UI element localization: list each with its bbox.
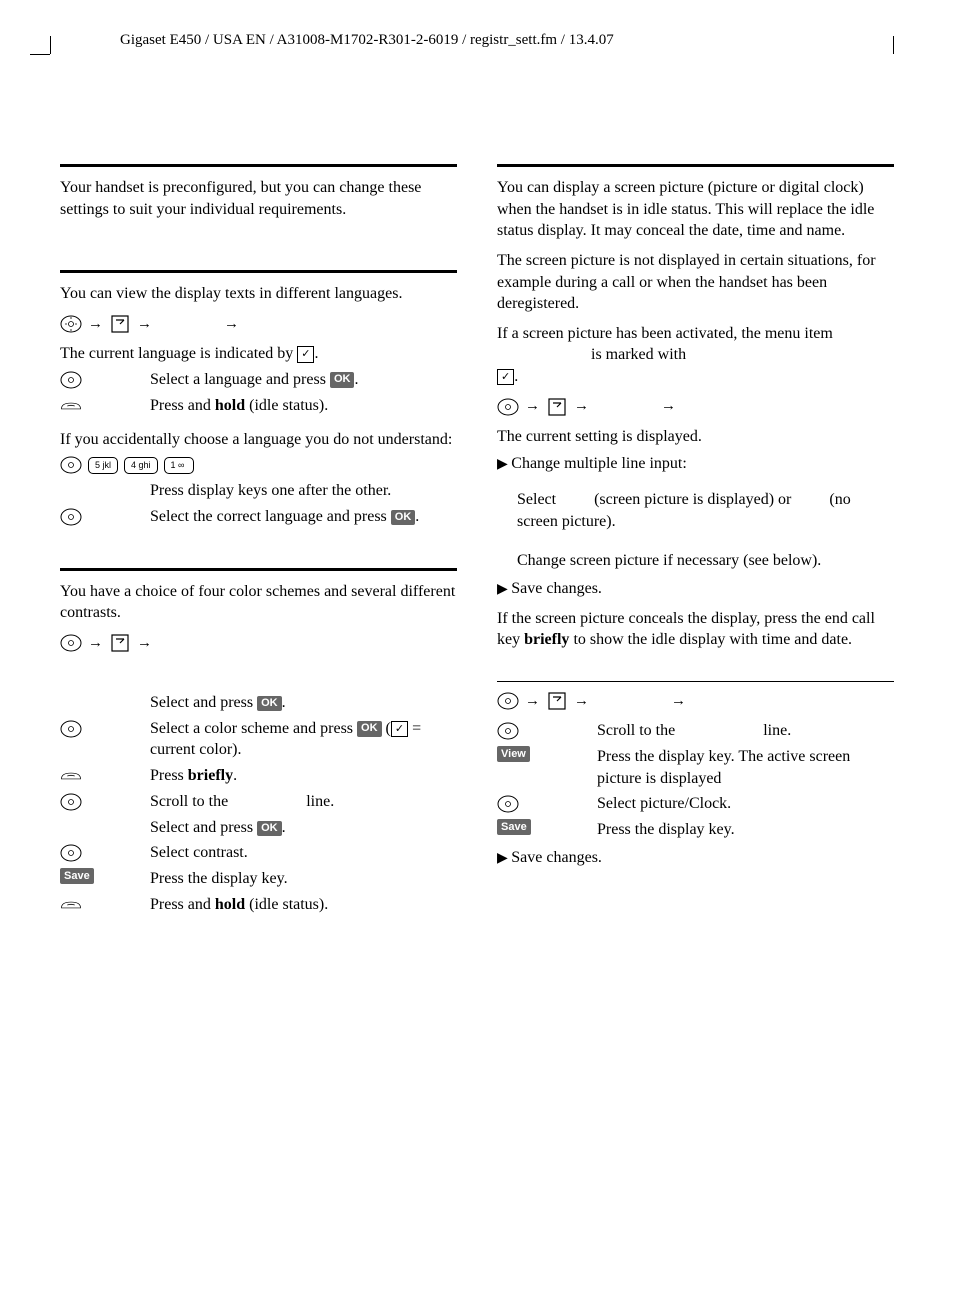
lang-current: The current language is indicated by ✓. bbox=[60, 343, 457, 365]
save-button-icon: Save bbox=[60, 868, 94, 884]
select-line: Select (screen picture is displayed) or … bbox=[517, 489, 894, 532]
step-text: Select a color scheme and press OK (✓ = … bbox=[150, 718, 457, 761]
control-circle-icon bbox=[60, 791, 82, 813]
step-text: Scroll to the line. bbox=[597, 720, 894, 742]
control-circle-icon bbox=[497, 396, 519, 418]
control-circle-icon bbox=[497, 720, 519, 742]
right-column: You can display a screen picture (pictur… bbox=[497, 150, 894, 920]
menu-box-icon bbox=[546, 396, 568, 418]
ok-button-icon: OK bbox=[330, 372, 355, 387]
step-text: Press the display key. bbox=[150, 868, 457, 890]
step-text: Press and hold (idle status). bbox=[150, 894, 457, 916]
screen-p2: The screen picture is not displayed in c… bbox=[497, 250, 894, 315]
step-text: Press the display key. bbox=[597, 819, 894, 841]
step-text: Select the correct language and press OK… bbox=[150, 506, 457, 528]
lang-accident: If you accidentally choose a language yo… bbox=[60, 429, 457, 451]
screen-p5: If the screen picture conceals the displ… bbox=[497, 608, 894, 651]
step-text: Select and press OK. bbox=[150, 692, 457, 714]
screen-p4: The current setting is displayed. bbox=[497, 426, 894, 448]
control-circle-icon bbox=[497, 793, 519, 815]
left-column: Your handset is preconfigured, but you c… bbox=[60, 150, 457, 920]
nav-path: → → → bbox=[60, 313, 457, 335]
key-1: 1 ∞ bbox=[164, 457, 194, 474]
change-pic: Change screen picture if necessary (see … bbox=[517, 550, 894, 572]
doc-header: Gigaset E450 / USA EN / A31008-M1702-R30… bbox=[60, 30, 894, 50]
nav-path: → → → bbox=[497, 396, 894, 418]
color-intro: You have a choice of four color schemes … bbox=[60, 581, 457, 624]
intro-text: Your handset is preconfigured, but you c… bbox=[60, 177, 457, 220]
step-text: Press display keys one after the other. bbox=[150, 480, 457, 502]
key-4: 4 ghi bbox=[124, 457, 158, 474]
step-text: Select picture/Clock. bbox=[597, 793, 894, 815]
nav-path: → → bbox=[60, 632, 457, 654]
bullet-1: ▶ Change multiple line input: bbox=[497, 453, 894, 475]
menu-box-icon bbox=[109, 632, 131, 654]
screen-p3: If a screen picture has been activated, … bbox=[497, 323, 894, 388]
control-circle-icon bbox=[60, 842, 82, 864]
step-text: Select and press OK. bbox=[150, 817, 457, 839]
control-circle-icon bbox=[60, 313, 82, 335]
control-circle-icon bbox=[60, 718, 82, 740]
step-text: Select contrast. bbox=[150, 842, 457, 864]
check-icon: ✓ bbox=[297, 346, 314, 362]
endcall-key-icon bbox=[60, 395, 82, 417]
control-circle-icon bbox=[60, 632, 82, 654]
nav-path: → → → bbox=[497, 690, 894, 712]
ok-button-icon: OK bbox=[391, 510, 416, 525]
control-circle-icon bbox=[497, 690, 519, 712]
save-button-icon: Save bbox=[497, 819, 531, 835]
control-circle-icon bbox=[60, 506, 82, 528]
control-circle-icon bbox=[60, 369, 82, 391]
endcall-key-icon bbox=[60, 765, 82, 787]
step-text: Press the display key. The active screen… bbox=[597, 746, 894, 789]
control-circle-icon bbox=[60, 454, 82, 476]
bullet-2: ▶ Save changes. bbox=[497, 578, 894, 600]
lang-intro: You can view the display texts in differ… bbox=[60, 283, 457, 305]
menu-box-icon bbox=[546, 690, 568, 712]
screen-p1: You can display a screen picture (pictur… bbox=[497, 177, 894, 242]
endcall-key-icon bbox=[60, 894, 82, 916]
step-text: Select a language and press OK. bbox=[150, 369, 457, 391]
menu-box-icon bbox=[109, 313, 131, 335]
step-text: Press and hold (idle status). bbox=[150, 395, 457, 417]
bullet-3: ▶ Save changes. bbox=[497, 847, 894, 869]
step-text: Scroll to the line. bbox=[150, 791, 457, 813]
key-5: 5 jkl bbox=[88, 457, 118, 474]
view-button-icon: View bbox=[497, 746, 530, 762]
step-text: Press briefly. bbox=[150, 765, 457, 787]
